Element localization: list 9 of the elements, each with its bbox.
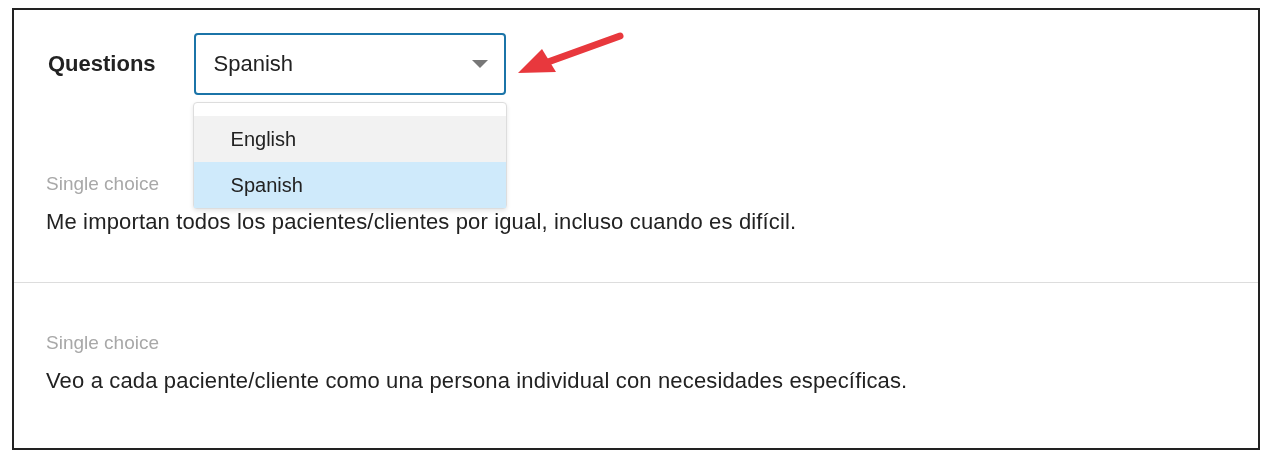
question-type: Single choice <box>46 173 160 195</box>
dropdown-option[interactable]: Spanish <box>193 162 506 208</box>
question-text: Veo a cada paciente/cliente como una persona individual con necesidades específicas. <box>46 368 909 394</box>
question-type: Single choice <box>46 332 160 354</box>
language-select[interactable]: Spanish <box>193 33 506 95</box>
question-text: Me importan todos los pacientes/clientes por igual, incluso cuando es difícil. <box>46 209 798 235</box>
questions-label: Questions <box>48 51 156 77</box>
caret-icon <box>471 59 488 69</box>
dropdown-option[interactable]: English <box>193 116 506 162</box>
